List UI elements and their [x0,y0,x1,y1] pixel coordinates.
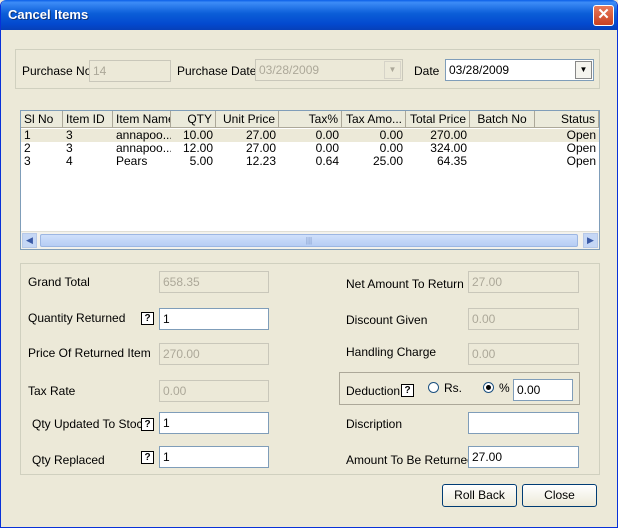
qty-updated-input[interactable]: 1 [159,412,269,434]
cell-qty: 5.00 [189,155,213,168]
cell-tax-amount: 0.00 [379,142,403,155]
return-details-group [20,263,600,475]
deduction-label: Deduction [346,384,401,398]
scrollbar-thumb[interactable]: ||| [40,234,578,247]
cell-tax-percent: 0.64 [315,155,339,168]
items-table[interactable]: Sl No Item ID Item Name QTY Unit Price T… [20,110,600,250]
column-header-item-name[interactable]: Item Name [113,111,171,127]
net-amount-field: 27.00 [468,271,579,293]
cell-status: Open [566,129,596,142]
rs-label: Rs. [444,381,462,395]
tax-rate-label: Tax Rate [28,384,76,398]
window-title: Cancel Items [8,7,89,22]
quantity-returned-input[interactable]: 1 [159,308,269,330]
scroll-right-icon[interactable]: ▶ [583,233,598,248]
grip-icon: ||| [305,236,313,245]
handling-field: 0.00 [468,343,579,365]
table-header: Sl No Item ID Item Name QTY Unit Price T… [21,111,599,128]
cell-unit-price: 27.00 [245,142,276,155]
cell-tax-percent: 0.00 [315,142,339,155]
discount-label: Discount Given [346,313,428,327]
qty-updated-label: Qty Updated To Stock [32,417,149,431]
cell-item-id: 3 [66,142,73,155]
tax-rate-field: 0.00 [159,380,269,402]
column-header-tax-amount[interactable]: Tax Amo... [342,111,406,127]
column-header-unit-price[interactable]: Unit Price [216,111,279,127]
help-icon[interactable]: ? [141,451,154,464]
percent-label: % [499,381,510,395]
table-row[interactable]: 2 3 annapoo... 12.00 27.00 0.00 0.00 324… [21,142,599,155]
cell-qty: 12.00 [182,142,213,155]
cell-total-price: 64.35 [436,155,467,168]
cell-item-id: 4 [66,155,73,168]
date-value: 03/28/2009 [449,63,510,77]
help-icon[interactable]: ? [141,418,154,431]
cell-batch-no [470,155,535,168]
scroll-left-icon[interactable]: ◀ [22,233,37,248]
cell-status: Open [566,155,596,168]
handling-label: Handling Charge [346,345,437,359]
date-combo[interactable]: 03/28/2009 ▼ [445,59,594,81]
cell-batch-no [470,129,535,142]
table-row[interactable]: 1 3 annapoo... 10.00 27.00 0.00 0.00 270… [21,129,599,142]
cell-sl-no: 2 [24,142,31,155]
horizontal-scrollbar[interactable]: ◀ ||| ▶ [21,231,599,249]
chevron-down-icon: ▼ [384,61,401,79]
rollback-button[interactable]: Roll Back [442,484,517,507]
column-header-status[interactable]: Status [535,111,599,127]
column-header-total-price[interactable]: Total Price [406,111,470,127]
cell-batch-no [470,142,535,155]
cell-qty: 10.00 [182,129,213,142]
help-icon[interactable]: ? [401,384,414,397]
discount-field: 0.00 [468,308,579,330]
cell-item-id: 3 [66,129,73,142]
column-header-batch-no[interactable]: Batch No [470,111,535,127]
chevron-down-icon[interactable]: ▼ [575,61,592,79]
cell-tax-amount: 25.00 [372,155,403,168]
close-window-button[interactable]: ✕ [593,5,614,26]
grand-total-label: Grand Total [28,275,90,289]
cell-item-name: annapoo... [116,129,171,142]
column-header-sl-no[interactable]: Sl No [21,111,63,127]
table-row[interactable]: 3 4 Pears 5.00 12.23 0.64 25.00 64.35 Op… [21,155,599,168]
cell-status: Open [566,142,596,155]
price-returned-field: 270.00 [159,343,269,365]
cell-tax-amount: 0.00 [379,129,403,142]
qty-replaced-input[interactable]: 1 [159,446,269,468]
amount-returned-label: Amount To Be Returned [346,453,474,467]
cell-total-price: 270.00 [430,129,467,142]
grand-total-field: 658.35 [159,271,269,293]
quantity-returned-label: Quantity Returned [28,311,126,325]
cell-sl-no: 3 [24,155,31,168]
cell-item-name: Pears [116,155,148,168]
cell-item-name: annapoo... [116,142,171,155]
percent-radio[interactable] [483,382,494,393]
cell-tax-percent: 0.00 [315,129,339,142]
price-returned-label: Price Of Returned Item [28,346,151,360]
description-label: Discription [346,417,403,431]
cancel-items-window: Cancel Items ✕ Purchase No 14 Purchase D… [0,0,618,528]
title-bar: Cancel Items ✕ [1,0,617,30]
purchase-date-value: 03/28/2009 [259,63,320,77]
qty-replaced-label: Qty Replaced [32,453,105,467]
deduction-input[interactable]: 0.00 [513,379,573,401]
description-input[interactable] [468,412,579,434]
net-amount-label: Net Amount To Return [346,277,464,291]
purchase-date-combo: 03/28/2009 ▼ [255,59,403,81]
cell-sl-no: 1 [24,129,31,142]
date-label: Date [414,64,440,78]
close-button[interactable]: Close [522,484,597,507]
purchase-no-label: Purchase No [22,64,92,78]
purchase-no-field: 14 [89,60,171,82]
cell-unit-price: 12.23 [245,155,276,168]
column-header-tax-percent[interactable]: Tax% [279,111,342,127]
purchase-date-label: Purchase Date [177,64,257,78]
help-icon[interactable]: ? [141,312,154,325]
column-header-item-id[interactable]: Item ID [63,111,113,127]
column-header-qty[interactable]: QTY [171,111,216,127]
rs-radio[interactable] [428,382,439,393]
cell-unit-price: 27.00 [245,129,276,142]
cell-total-price: 324.00 [430,142,467,155]
amount-returned-input[interactable]: 27.00 [468,446,579,468]
